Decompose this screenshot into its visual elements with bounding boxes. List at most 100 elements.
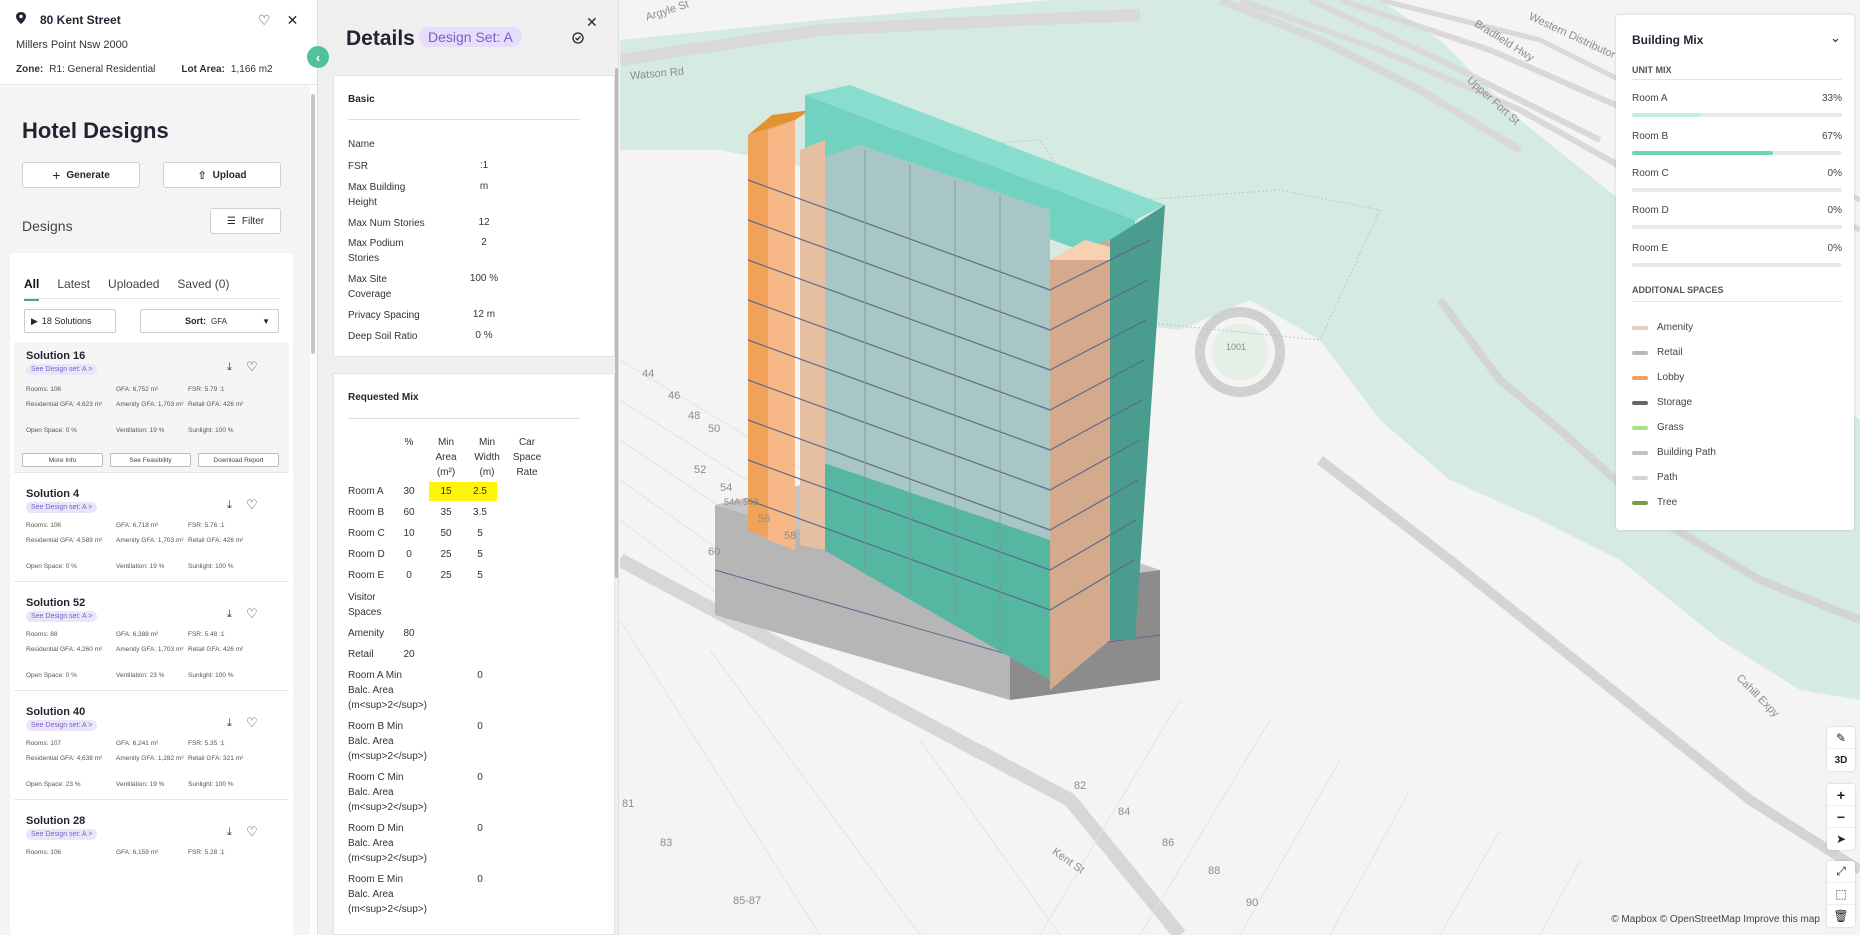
close-icon[interactable]: ✕	[287, 12, 299, 29]
balcony-label: Room C Min Balc. Area (m<sup>2</sup>)	[348, 772, 427, 813]
additional-spaces-heading: ADDITONAL SPACES	[1632, 285, 1724, 295]
generate-button[interactable]: + Generate	[22, 162, 140, 188]
zoom-out-button[interactable]: −	[1827, 806, 1855, 828]
pencil-icon[interactable]: ✎	[1827, 727, 1855, 749]
heart-icon[interactable]: ♡	[258, 12, 271, 29]
filter-button[interactable]: ☰ Filter	[210, 208, 281, 234]
solution-item[interactable]: Solution 4 See Design set: A > ⤓ ♡ Rooms…	[14, 480, 289, 582]
unit-mix-row: Room E 0%	[1632, 243, 1842, 267]
zoom-in-button[interactable]: +	[1827, 784, 1855, 806]
room-pct: 0	[406, 570, 412, 581]
divider	[348, 119, 580, 120]
fsr-metric: FSR: 5.79 :1	[188, 386, 225, 393]
select-icon[interactable]: ⬚	[1827, 883, 1855, 905]
chevron-down-icon[interactable]: ⌄	[1830, 30, 1841, 46]
compass-icon[interactable]: ➤	[1827, 828, 1855, 850]
download-icon[interactable]: ⤓	[227, 608, 232, 621]
check-badge-icon[interactable]	[572, 32, 584, 47]
unit-bar	[1632, 263, 1842, 267]
ventilation-metric: Ventilation: 19 %	[116, 427, 165, 434]
legend-label: Tree	[1657, 497, 1678, 508]
room-label: Room C	[348, 528, 385, 539]
heart-icon[interactable]: ♡	[246, 359, 258, 375]
unit-mix-heading: UNIT MIX	[1632, 65, 1672, 75]
balcony-value: 0	[477, 772, 483, 783]
unit-bar-fill	[1632, 151, 1773, 155]
legend-swatch	[1632, 425, 1648, 430]
expand-icon[interactable]: ⤢	[1827, 861, 1855, 883]
divider	[348, 418, 580, 419]
heart-icon[interactable]: ♡	[246, 824, 258, 840]
ventilation-metric: Ventilation: 23 %	[116, 672, 165, 679]
upload-button-label: Upload	[212, 169, 247, 181]
close-icon[interactable]: ✕	[586, 14, 598, 31]
design-set-pill[interactable]: See Design set: A >	[26, 829, 98, 840]
lot-number: 48	[688, 410, 701, 422]
lot-number: 84	[1118, 806, 1131, 818]
lot-number: 82	[1074, 780, 1087, 792]
zone-label: Zone:	[16, 64, 44, 75]
rooms-metric: Rooms: 106	[26, 522, 62, 529]
unit-mix-row: Room A 33%	[1632, 93, 1842, 117]
legend-label: Grass	[1657, 422, 1684, 433]
lot-number: 46	[668, 390, 681, 402]
unit-pct: 0%	[1827, 205, 1842, 216]
lot-number: 86	[1162, 837, 1175, 849]
sort-select[interactable]: Sort: GFA ▼	[140, 309, 279, 333]
zoom-controls: + − ➤	[1827, 784, 1855, 850]
amenity-label: Amenity	[348, 628, 385, 639]
room-min-width: 2.5	[463, 482, 497, 501]
param-label: Max Num Stories	[348, 218, 425, 229]
legend-label: Amenity	[1657, 322, 1694, 333]
legend-label: Path	[1657, 472, 1678, 483]
design-set-pill[interactable]: See Design set: A >	[26, 364, 98, 375]
solution-item[interactable]: Solution 28 See Design set: A > ⤓ ♡ Room…	[14, 807, 289, 887]
residential-gfa-metric: Residential GFA: 4,623 m²	[26, 401, 103, 408]
left-panel-scrollbar[interactable]	[311, 94, 315, 354]
param-label: Max Building Height	[348, 182, 406, 208]
unit-mix-row: Room D 0%	[1632, 205, 1842, 229]
heart-icon[interactable]: ♡	[246, 715, 258, 731]
param-value: 2	[481, 237, 487, 248]
toggle-3d-button[interactable]: 3D	[1827, 749, 1855, 771]
room-pct: 60	[403, 507, 415, 518]
space-legend-item: Path	[1632, 472, 1678, 483]
download-icon[interactable]: ⤓	[227, 361, 232, 374]
design-set-pill[interactable]: See Design set: A >	[26, 611, 98, 622]
solution-item[interactable]: Solution 16 See Design set: A > ⤓ ♡ Room…	[14, 342, 289, 473]
space-legend-item: Grass	[1632, 422, 1684, 433]
param-label: Name	[348, 139, 375, 150]
see-feasibility-button[interactable]: See Feasibility	[110, 453, 191, 467]
trash-icon[interactable]: 🗑	[1827, 905, 1855, 927]
param-value: 12	[478, 217, 490, 228]
design-set-pill[interactable]: See Design set: A >	[26, 720, 98, 731]
balcony-value: 0	[477, 823, 483, 834]
details-panel: Details Design Set: A ✕ Basic Name FSR :…	[319, 0, 619, 935]
legend-swatch	[1632, 450, 1648, 455]
room-min-width: 5	[477, 528, 483, 539]
collapse-panel-button[interactable]: ‹	[307, 46, 329, 68]
gfa-metric: GFA: 6,159 m²	[116, 849, 159, 856]
more-info-button[interactable]: More Info	[22, 453, 103, 467]
download-icon[interactable]: ⤓	[227, 826, 232, 839]
heart-icon[interactable]: ♡	[246, 606, 258, 622]
retail-gfa-metric: Retail GFA: 426 m²	[188, 537, 244, 544]
heart-icon[interactable]: ♡	[246, 497, 258, 513]
solution-item[interactable]: Solution 40 See Design set: A > ⤓ ♡ Room…	[14, 698, 289, 800]
solution-item[interactable]: Solution 52 See Design set: A > ⤓ ♡ Room…	[14, 589, 289, 691]
design-set-pill[interactable]: See Design set: A >	[26, 502, 98, 513]
suburb: Millers Point Nsw 2000	[16, 39, 128, 51]
download-icon[interactable]: ⤓	[227, 717, 232, 730]
download-icon[interactable]: ⤓	[227, 499, 232, 512]
download-report-button[interactable]: Download Report	[198, 453, 279, 467]
amenity-gfa-metric: Amenity GFA: 1,282 m²	[116, 755, 184, 762]
details-scrollbar[interactable]	[615, 68, 618, 578]
solutions-count-toggle[interactable]: ▶ 18 Solutions	[24, 309, 116, 333]
upload-button[interactable]: ⇧ Upload	[163, 162, 281, 188]
map-attribution[interactable]: © Mapbox © OpenStreetMap Improve this ma…	[1611, 914, 1820, 925]
balcony-label: Room A Min Balc. Area (m<sup>2</sup>)	[348, 670, 427, 711]
room-pct: 10	[403, 528, 415, 539]
ventilation-metric: Ventilation: 19 %	[116, 563, 165, 570]
solution-name: Solution 52	[26, 597, 86, 609]
solutions-count: 18 Solutions	[41, 316, 92, 326]
